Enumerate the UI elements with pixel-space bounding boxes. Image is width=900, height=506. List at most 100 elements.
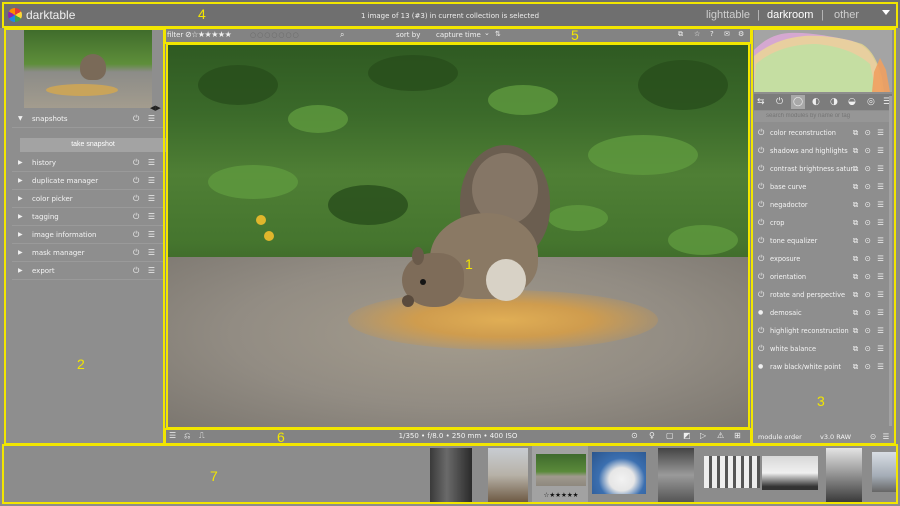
color-group-icon[interactable]: ◑ [830,97,838,107]
star-overlay-icon[interactable]: ☆ [694,30,700,38]
module-row-icons[interactable]: ⏻ ☰ [133,158,158,168]
power-icon[interactable]: ⏻ [758,344,764,354]
view-lighttable[interactable]: lighttable [706,9,750,21]
module-row-icons[interactable]: ⧉ ⊙ ☰ [853,164,886,174]
filmstrip-thumbnail[interactable] [872,452,898,492]
module-export[interactable]: ▶ export ⏻ ☰ [12,262,164,280]
module-white-balance[interactable]: ⏻ white balance ⧉ ⊙ ☰ [754,340,892,358]
raw-overexposed-icon[interactable]: ▢ [666,431,674,440]
base-group-icon[interactable]: ◯ [793,97,803,107]
module-row-icons[interactable]: ⏻ ☰ [133,176,158,186]
module-orientation[interactable]: ⏻ orientation ⧉ ⊙ ☰ [754,268,892,286]
module-row-icons[interactable]: ⏻ ☰ [133,114,158,124]
iso-icon[interactable]: ♀ [649,431,655,440]
module-rotate-and-perspective[interactable]: ⏻ rotate and perspective ⧉ ⊙ ☰ [754,286,892,304]
tone-group-icon[interactable]: ◐ [812,97,820,107]
thumbnail-rating-stars[interactable]: ☆★★★★★ [534,491,588,499]
shortcuts-icon[interactable]: ✉ [724,30,730,38]
softproof-icon[interactable]: ▷ [700,431,706,440]
grouping-icon[interactable]: ⧉ [678,30,683,39]
power-icon[interactable]: ⏻ [758,254,764,264]
guides-icon[interactable]: ⊞ [734,431,741,440]
module-row-icons[interactable]: ⧉ ⊙ ☰ [853,146,886,156]
filmstrip-thumbnail[interactable] [488,448,528,502]
module-demosaic[interactable]: ● demosaic ⧉ ⊙ ☰ [754,304,892,322]
module-row-icons[interactable]: ⧉ ⊙ ☰ [853,308,886,318]
gear-icon[interactable]: ⚙ [738,30,744,38]
sort-direction-icon[interactable]: ⇅ [495,30,501,38]
module-contrast-brightness-saturation[interactable]: ⏻ contrast brightness satur... ⧉ ⊙ ☰ [754,160,892,178]
chevron-down-icon[interactable]: ⌄ [484,29,490,37]
clipping-icon[interactable]: ◩ [683,431,691,440]
power-icon[interactable]: ⏻ [758,326,764,336]
module-history[interactable]: ▶ history ⏻ ☰ [12,154,164,172]
help-icon[interactable]: ? [710,30,714,38]
histogram[interactable] [754,28,892,92]
filmstrip-thumbnail[interactable] [704,456,760,488]
module-color-reconstruction[interactable]: ⏻ color reconstruction ⧉ ⊙ ☰ [754,124,892,142]
view-darkroom[interactable]: darkroom [767,9,813,21]
module-row-icons[interactable]: ⏻ ☰ [133,212,158,222]
power-icon[interactable]: ⏻ [758,236,764,246]
color-assessment-icon[interactable]: ⊙ [631,431,638,440]
module-tagging[interactable]: ▶ tagging ⏻ ☰ [12,208,164,226]
search-icon[interactable]: ⌕ [340,30,344,40]
filmstrip-thumbnail[interactable] [592,452,646,494]
module-row-icons[interactable]: ⧉ ⊙ ☰ [853,290,886,300]
module-row-icons[interactable]: ⧉ ⊙ ☰ [853,200,886,210]
module-row-icons[interactable]: ⏻ ☰ [133,230,158,240]
module-row-icons[interactable]: ⏻ ☰ [133,194,158,204]
module-highlight-reconstruction[interactable]: ⏻ highlight reconstruction ⧉ ⊙ ☰ [754,322,892,340]
module-row-icons[interactable]: ⧉ ⊙ ☰ [853,218,886,228]
module-duplicate-manager[interactable]: ▶ duplicate manager ⏻ ☰ [12,172,164,190]
view-other[interactable]: other [834,9,859,21]
module-negadoctor[interactable]: ⏻ negadoctor ⧉ ⊙ ☰ [754,196,892,214]
module-order-value[interactable]: v3.0 RAW [820,433,851,441]
effect-group-icon[interactable]: ◎ [867,97,875,107]
module-raw-black-white-point[interactable]: ● raw black/white point ⧉ ⊙ ☰ [754,358,892,376]
power-icon[interactable]: ⏻ [758,218,764,228]
take-snapshot-button[interactable]: take snapshot [20,138,166,152]
power-icon[interactable]: ⏻ [758,182,764,192]
power-icon[interactable]: ⏻ [758,290,764,300]
module-snapshots[interactable]: ▼ snapshots ⏻ ☰ [12,110,164,128]
power-icon[interactable]: ⏻ [758,128,764,138]
module-exposure[interactable]: ⏻ exposure ⧉ ⊙ ☰ [754,250,892,268]
module-tone-equalizer[interactable]: ⏻ tone equalizer ⧉ ⊙ ☰ [754,232,892,250]
view-dropdown-icon[interactable] [882,10,890,15]
filmstrip-thumbnail[interactable] [658,448,694,502]
module-row-icons[interactable]: ⧉ ⊙ ☰ [853,128,886,138]
module-shadows-and-highlights[interactable]: ⏻ shadows and highlights ⧉ ⊙ ☰ [754,142,892,160]
filmstrip-thumbnail[interactable] [430,448,472,502]
module-row-icons[interactable]: ⧉ ⊙ ☰ [853,326,886,336]
center-image-view[interactable] [168,45,748,427]
module-base-curve[interactable]: ⏻ base curve ⧉ ⊙ ☰ [754,178,892,196]
module-row-icons[interactable]: ⧉ ⊙ ☰ [853,272,886,282]
module-row-icons[interactable]: ⧉ ⊙ ☰ [853,236,886,246]
module-row-icons[interactable]: ⧉ ⊙ ☰ [853,344,886,354]
gamut-check-icon[interactable]: ⚠ [717,431,724,440]
sort-select[interactable]: capture time [436,31,481,39]
module-color-picker[interactable]: ▶ color picker ⏻ ☰ [12,190,164,208]
filmstrip-thumbnail[interactable] [762,456,818,490]
module-row-icons[interactable]: ⏻ ☰ [133,266,158,276]
module-mask-manager[interactable]: ▶ mask manager ⏻ ☰ [12,244,164,262]
rating-filter-stars[interactable]: ⊘☆★★★★★ [185,30,232,39]
color-label-filter[interactable]: ○○○○○○○ [250,31,300,39]
module-list-scrollbar[interactable] [889,96,892,426]
power-icon[interactable]: ⏻ [758,146,764,156]
module-row-icons[interactable]: ⧉ ⊙ ☰ [853,362,886,372]
module-row-icons[interactable]: ⧉ ⊙ ☰ [853,182,886,192]
active-modules-icon[interactable]: ⏻ [776,97,783,107]
module-row-icons[interactable]: ⧉ ⊙ ☰ [853,254,886,264]
power-icon[interactable]: ⏻ [758,272,764,282]
module-order-icons[interactable]: ⊙ ☰ [870,432,891,441]
correct-group-icon[interactable]: ◒ [848,97,856,107]
module-row-icons[interactable]: ⏻ ☰ [133,248,158,258]
module-image-information[interactable]: ▶ image information ⏻ ☰ [12,226,164,244]
module-search-input[interactable] [754,111,892,122]
module-crop[interactable]: ⏻ crop ⧉ ⊙ ☰ [754,214,892,232]
power-icon[interactable]: ⏻ [758,200,764,210]
quick-access-panel-icon[interactable]: ⇆ [757,97,765,107]
filmstrip-thumbnail[interactable] [826,448,862,502]
